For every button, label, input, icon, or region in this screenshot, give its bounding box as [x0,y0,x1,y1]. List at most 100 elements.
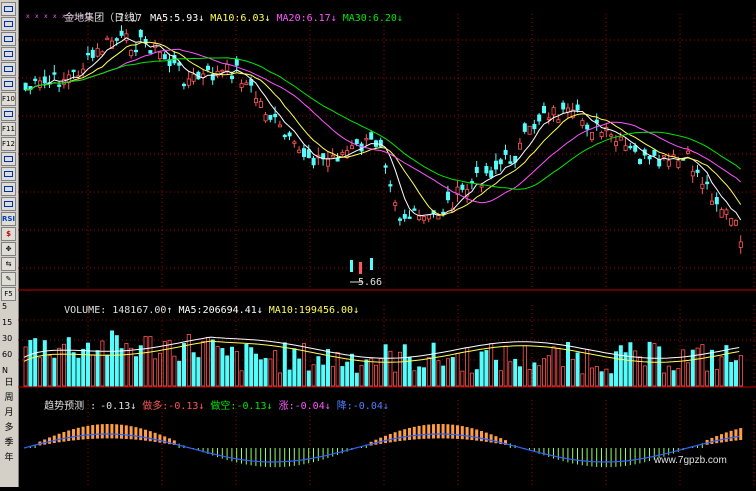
ma10-value: 6.03↓ [240,13,271,24]
candle-body [301,148,306,157]
oscillator-bar [729,430,733,442]
candle-body [445,191,450,201]
volume-bar [580,373,585,387]
f10-icon[interactable]: F10 [1,92,16,106]
rsi-icon[interactable]: RSI [1,212,16,226]
period-button[interactable]: 年 [2,452,16,464]
candle-body [532,123,537,130]
volume-bar [450,357,455,387]
candle-body [474,166,479,174]
move-icon[interactable]: ✥ [1,242,16,256]
calc-icon[interactable] [1,152,16,166]
chart-icon[interactable] [1,77,16,91]
volume-bar [239,370,244,387]
candle-body [734,219,739,226]
oscillator-bar [739,428,743,441]
list-icon[interactable] [1,47,16,61]
volume-bar [455,353,460,387]
period-button[interactable]: 周 [2,392,16,404]
candle-body [710,200,715,205]
oscillator-bar [72,429,75,441]
volume-bar [551,346,556,387]
volume-bar [234,351,239,387]
volume-bar [42,340,47,387]
oscillator-bar [480,430,483,442]
candle-body [37,80,42,88]
candle-body [628,145,633,149]
candle-body [618,136,623,141]
search-icon[interactable] [1,167,16,181]
period-button[interactable]: 季 [2,437,16,449]
bars-icon[interactable] [1,17,16,31]
volume-bar [277,372,282,387]
volume-bar [220,348,225,387]
candle-body [412,208,417,211]
table-icon[interactable] [1,182,16,196]
candle-body [129,50,134,57]
candle-body [527,125,532,135]
volume-bar [268,358,273,387]
volume-bar [47,355,52,387]
volume-bar [148,336,153,387]
low-candle [350,260,353,272]
period-button[interactable]: 月 [2,407,16,419]
trend-label: 趋势预测 : [44,401,97,412]
oscillator-bar [158,434,162,443]
volume-bar [652,343,657,387]
candle-body [498,159,503,165]
stock-chart[interactable]: xxxxxxxx 金地集团（日线） MA5:5.93↓ MA10:6.03↓ MA20… [18,0,756,487]
oscillator-bar [436,424,440,439]
period-button[interactable]: 多 [2,422,16,434]
window-icon[interactable] [1,107,16,121]
volume-bar [489,343,494,387]
period-button[interactable]: 日 [2,377,16,389]
volume-bar [426,357,431,387]
candle-body [652,149,657,156]
candle-body [33,78,38,82]
volume-bar [297,358,302,387]
oscillator-bar [412,426,416,440]
volume-bar [628,342,633,387]
volume-bar [676,368,681,387]
oscillator-bar [456,425,459,439]
ma-line-5 [25,37,742,221]
volume-bar [445,358,450,387]
dollar-icon[interactable]: $ [1,227,16,241]
volume-bar [249,347,254,387]
candle-body [738,241,743,248]
oscillator-bar [115,424,119,439]
f12-icon[interactable]: F12 [1,137,16,151]
candle-body [297,149,302,154]
volume-bar [719,356,724,387]
candle-body [705,181,710,185]
f5-icon[interactable]: F5 [1,287,16,301]
oscillator-bar [76,427,80,440]
swap-icon[interactable]: ⇆ [1,257,16,271]
keyboard-icon[interactable] [1,197,16,211]
volume-bar [138,345,143,387]
volume-bar [729,361,734,387]
volume-bar [474,369,479,387]
candle-body [542,105,547,114]
volume-bar [537,365,542,387]
f11-icon[interactable]: F11 [1,122,16,136]
oscillator-bar [432,424,435,439]
oscillator-bar [484,432,488,442]
pencil-icon[interactable]: ✎ [1,272,16,286]
volume-bar [191,352,196,387]
candle-body [138,29,143,38]
volume-bar [52,357,57,387]
volume-bar [484,350,489,387]
trend-icon[interactable] [1,32,16,46]
bull-label: 做多: [142,401,169,412]
volume-bar [599,371,604,387]
candle-body [503,149,508,155]
volume-bar [253,353,258,387]
oscillator-bar [120,424,123,439]
grid-icon[interactable] [1,62,16,76]
lines-icon[interactable] [1,2,16,16]
volume-bar [421,367,426,387]
volume-bar [37,357,42,387]
oscillator-bar [124,425,128,439]
candle-body [676,160,681,168]
